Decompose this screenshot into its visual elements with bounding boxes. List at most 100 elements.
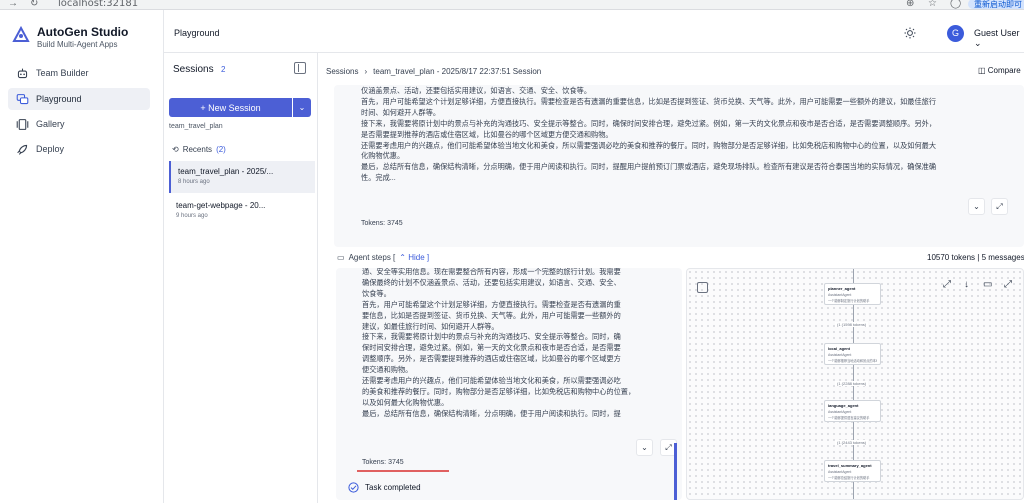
hide-link[interactable]: ⌃ Hide ] [399, 253, 429, 262]
message-text: 仅涵盖景点、活动，还要包括实用建议，如语言、交通、安全、饮食等。 首先，用户可能希… [361, 86, 1011, 184]
agent-node[interactable]: travel_summary_agent AssistantAgent 一个能够… [824, 460, 881, 482]
node-name: language_agent [828, 403, 859, 408]
history-icon: ⟲ [172, 145, 179, 154]
avatar[interactable]: G [947, 25, 964, 42]
expand-down-icon[interactable]: ⌄ [636, 439, 653, 456]
chevron-down-icon[interactable]: ⌄ [293, 98, 311, 117]
recents-label: Recents [182, 145, 213, 154]
edge-label: (1 (1598 tokens) [835, 322, 869, 327]
agent-node[interactable]: language_agent AssistantAgent 一个能够提供语言建议… [824, 400, 881, 422]
recents-count: (2) [216, 145, 226, 154]
address-bar[interactable]: localhost:32181 [58, 0, 138, 9]
agent-step-text: 通、安全等实用信息。现在需要整合所有内容，形成一个完整的旅行计划。我需要 确保最终… [362, 268, 668, 420]
theme-toggle-sun-icon[interactable] [904, 27, 916, 39]
compare-button[interactable]: ◫ Compare [978, 66, 1021, 75]
text-line: 通、安全等实用信息。现在需要整合所有内容，形成一个完整的旅行计划。我需要 [362, 268, 621, 276]
nav-label: Playground [36, 94, 82, 104]
progress-underline [357, 470, 449, 472]
profile-icon[interactable]: ◯ [950, 0, 961, 9]
agent-steps-text-pane: 通、安全等实用信息。现在需要整合所有内容，形成一个完整的旅行计划。我需要 确保最终… [336, 268, 682, 500]
session-name: team-get-webpage - 20... [176, 201, 266, 210]
session-item[interactable]: team-get-webpage - 20... 9 hours ago [169, 195, 315, 227]
nav-gallery[interactable]: Gallery [8, 113, 150, 135]
expand-down-icon[interactable]: ⌄ [968, 198, 985, 215]
agent-node[interactable]: local_agent AssistantAgent 一个能够推荐当地活动和景点… [824, 343, 881, 365]
text-line: 还需要考虑用户的兴趣点，他们可能希望体验当地文化和美食，所以需要强调必吃 [362, 376, 621, 386]
reload-icon[interactable]: ↻ [30, 0, 38, 9]
selected-team-label: team_travel_plan [169, 123, 223, 130]
text-line: 建议，如最佳旅行时间、如何避开人群等。 [362, 321, 499, 331]
recents-header: ⟲ Recents (2) [172, 145, 226, 154]
app-subtitle: Build Multi-Agent Apps [37, 40, 118, 49]
fullscreen-icon[interactable]: ⤢ [1004, 279, 1012, 290]
agent-steps-toggle[interactable]: ▭ Agent steps [ ⌃ Hide ] [337, 253, 429, 262]
expand-icon[interactable]: ⤢ [943, 279, 951, 290]
restart-button[interactable]: 重新启动即可 [968, 0, 1024, 9]
sidebar: AutoGen Studio Build Multi-Agent Apps Te… [0, 10, 164, 503]
hide-label: Hide ] [408, 253, 430, 262]
new-session-button[interactable]: + New Session [169, 98, 292, 117]
text-line: 还需要考虑用户的兴趣点，他们可能希望体验当地文化和美食，所以需要强调必吃的美食和… [361, 140, 937, 150]
node-type: AssistantAgent [828, 410, 852, 414]
node-name: planner_agent [828, 286, 856, 291]
logo-icon [12, 26, 32, 42]
user-menu[interactable]: Guest User ⌄ [974, 28, 1024, 49]
session-time: 9 hours ago [176, 213, 208, 219]
nav-label: Team Builder [36, 68, 89, 78]
agent-flow-graph: ⤢ ↓ ▭ ⤢ planner_agent AssistantAgent 一个能… [686, 268, 1024, 500]
text-line: 要信息，比如是否提到签证、货币兑换、天气等。此外，用户可能需要一些额外的 [362, 310, 621, 320]
scrollbar-thumb[interactable] [674, 443, 677, 500]
text-line: 调整顺序。另外，是否需要提到推荐的酒店或住宿区域，比如曼谷的哪个区域更方 [362, 354, 621, 364]
text-line: 以及如何最大化购物优惠。 [362, 397, 449, 407]
gallery-icon [8, 118, 36, 131]
agent-node[interactable]: planner_agent AssistantAgent 一个能够制定旅行计划的… [824, 283, 881, 305]
node-type: AssistantAgent [828, 470, 852, 474]
chat-main: Sessions › team_travel_plan - 2025/8/17 … [318, 53, 1024, 503]
step-tokens: Tokens: 3745 [362, 459, 404, 466]
collapse-sidebar-icon[interactable] [294, 62, 306, 74]
sessions-panel: Sessions 2 + New Session ⌄ team_travel_p… [164, 53, 318, 503]
sessions-count: 2 [221, 65, 226, 74]
node-type: AssistantAgent [828, 353, 852, 357]
text-line: 首先，用户可能希望这个计划足够详细，方便直接执行。需要检查是否有遗漏的重 [362, 299, 621, 309]
nav-label: Gallery [36, 119, 65, 129]
comment-icon[interactable]: ▭ [983, 279, 992, 290]
fullscreen-icon[interactable]: ⤢ [991, 198, 1008, 215]
session-item[interactable]: team_travel_plan - 2025/... 8 hours ago [169, 161, 315, 193]
edge-label: (1 (2288 tokens) [835, 381, 869, 386]
message-panel: 仅涵盖景点、活动，还要包括实用建议，如语言、交通、安全、饮食等。 首先，用户可能希… [334, 85, 1024, 247]
page-title: Playground [174, 28, 220, 38]
breadcrumb: Sessions › team_travel_plan - 2025/8/17 … [326, 67, 541, 76]
nav-playground[interactable]: Playground [8, 88, 150, 110]
agent-steps-label: Agent steps [ [348, 253, 396, 262]
bookmark-star-icon[interactable]: ☆ [928, 0, 937, 9]
rocket-icon [8, 143, 36, 156]
message-tokens: Tokens: 3745 [361, 220, 403, 227]
arrow-down-icon[interactable]: ↓ [964, 279, 969, 290]
text-line: 便交通和购物。 [362, 365, 413, 375]
check-circle-icon [348, 482, 359, 493]
breadcrumb-root[interactable]: Sessions [326, 67, 358, 76]
text-line: 仅涵盖景点、活动，还要包括实用建议，如语言、交通、安全、饮食等。 [361, 86, 592, 95]
text-line: 的美食和推荐的餐厅。同时，购物部分是否足够详细，比如免税店和购物中心的位置， [362, 386, 636, 396]
toggle-panel-icon[interactable] [697, 282, 708, 293]
task-status: Task completed [348, 482, 421, 493]
zoom-icon[interactable]: ⊕ [906, 0, 914, 9]
node-name: travel_summary_agent [828, 463, 872, 468]
text-line: 最后，总结所有信息，确保结构清晰，分点明确，便于用户阅读和执行。同时，提 [362, 408, 621, 418]
nav-team-builder[interactable]: Team Builder [8, 62, 150, 84]
robot-icon [8, 67, 36, 80]
top-header: Playground G Guest User ⌄ [164, 10, 1024, 53]
nav-deploy[interactable]: Deploy [8, 138, 150, 160]
text-line: 保时间安排合理，避免过紧。例如，第一天的文化景点和夜市是否合适，是否需要 [362, 343, 621, 353]
back-arrow-icon[interactable]: → [8, 0, 18, 9]
text-line: 时间、如何避开人群等。 [361, 107, 441, 117]
text-line: 首先，用户可能希望这个计划足够详细，方便直接执行。需要检查是否有遗漏的重要信息，… [361, 96, 937, 106]
text-line: 接下来，我需要将原计划中的景点与补充的沟通技巧、安全提示等整合。同时，确 [362, 332, 621, 342]
session-stats: 10570 tokens | 5 messages [927, 253, 1024, 262]
app-title: AutoGen Studio [37, 25, 129, 39]
breadcrumb-current: team_travel_plan - 2025/8/17 22:37:51 Se… [373, 67, 542, 76]
node-desc: 一个能够制定旅行计划的助手 [828, 299, 870, 303]
text-line: 是否需要提到推荐的酒店或住宿区域，比如曼谷的哪个区域更方便交通和购物。 [361, 129, 613, 139]
text-line: 饮食等。 [362, 288, 391, 298]
